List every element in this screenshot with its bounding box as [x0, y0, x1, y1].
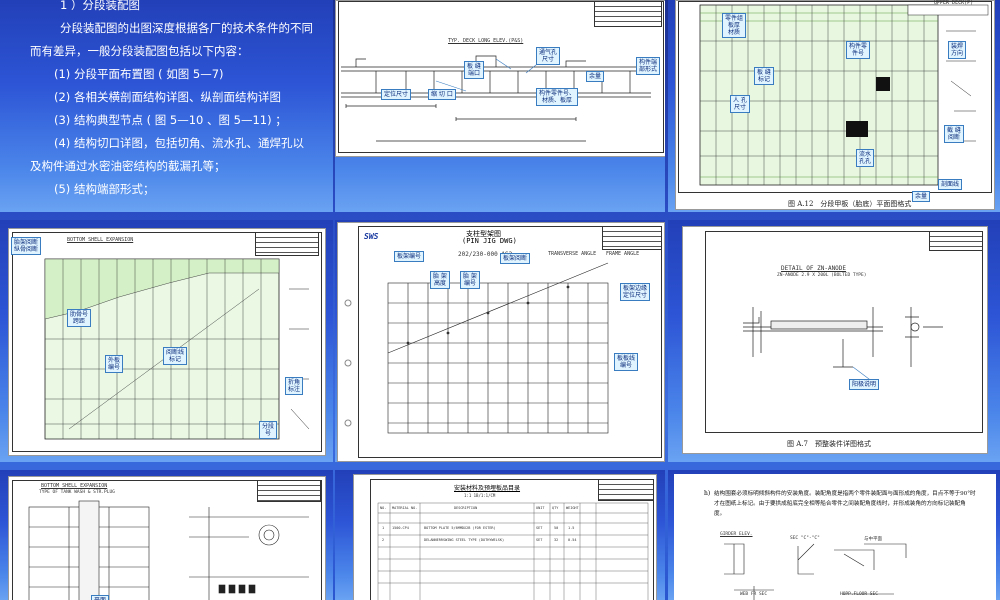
slide-thumbnail-2[interactable]: TYP. DECK LONG ELEV.(P&S) 通气孔 尺寸 板 缝 端口 …: [335, 0, 665, 212]
callout-cut-seam: 截 缝 阅断: [944, 125, 964, 143]
callout-panel-seam: 板架阅断: [500, 253, 531, 264]
slide-list-item: (4) 结构切口详图，包括切角、流水孔、通焊孔以: [54, 136, 304, 150]
callout-jig-seam: 胎架阅断 纵骨阅断: [11, 237, 42, 255]
slide-list-item: (5) 结构端部形式；: [54, 182, 155, 196]
deck-header-label: UPPER DECK(P): [934, 0, 974, 6]
table-cell: 50: [554, 526, 559, 530]
callout-spec: 构件零件号、 材质、板厚: [536, 88, 579, 106]
table-header: DESCRIPTION: [454, 506, 478, 510]
slide-thumbnail-5[interactable]: SWS 支柱型架图 (PIN JIG DWG) 202/230-000 AS2 …: [335, 220, 665, 462]
callout-frame-number: 肋骨号 跨距: [67, 309, 92, 327]
materials-table-grid: [377, 502, 649, 600]
table-cell: 1.5: [568, 526, 575, 530]
callout-panel-number: 板架编号: [394, 251, 425, 262]
callout-plan: 平面: [91, 595, 110, 600]
drawing-sheet: BOTTOM SHELL EXPANSION 胎架阅断 纵骨阅断 肋骨号 跨距 …: [8, 228, 326, 456]
table-header: QTY: [552, 506, 559, 510]
section-sketches: [724, 543, 907, 600]
callout-vent-hole: 通气孔 尺寸: [536, 47, 561, 65]
table-cell: DELANNERRSWING STEEL TYPE (DOTHYWELSK): [424, 538, 505, 542]
table-cell: SET: [536, 538, 543, 542]
table-header: MATERIAL NO.: [392, 506, 418, 510]
slide-list-item: (2) 各相关横剖面结构详图、纵剖面结构详图: [54, 90, 281, 104]
table-cell: SET: [536, 526, 543, 530]
callout-allowance: 余量: [912, 191, 931, 202]
callout-section-line: 剖面线: [938, 179, 963, 190]
document-page: h) 结构围套必须标明倾斜构件的安装角度。装配角度是指两个零件装配面与面形成的角…: [674, 474, 996, 600]
drawing-sheet: SWS 支柱型架图 (PIN JIG DWG) 202/230-000 AS2 …: [337, 222, 665, 462]
section-label: SEC "C"-"C": [790, 536, 820, 541]
callout-block-number: 分段 号: [259, 421, 278, 439]
table-cell: 0.54: [568, 538, 577, 542]
callout-shell-number: 外板 编号: [105, 355, 124, 373]
slide-thumbnail-9[interactable]: h) 结构围套必须标明倾斜构件的安装角度。装配角度是指两个零件装配面与面形成的角…: [668, 470, 1000, 600]
drawing-sheet: DETAIL OF ZN-ANODE ZN-ANODE 2.9 X 200L (…: [682, 226, 988, 454]
callout-allowance: 余量: [586, 71, 605, 82]
shell-expansion-drawing: [44, 258, 310, 440]
slide-list-item: 及构件通过水密油密结构的截漏孔等；: [30, 159, 226, 173]
table-cell: BOTTOM PLATE 5/6MMDX2B (FOR ESTER): [424, 526, 496, 530]
callout-part-number: 构件零 件号: [846, 41, 871, 59]
callout-drain-hole: 流水 孔孔: [856, 149, 875, 167]
slide-thumbnail-6[interactable]: DETAIL OF ZN-ANODE ZN-ANODE 2.9 X 200L (…: [668, 220, 1000, 462]
figure-caption: 图 A.7 预整装件详图格式: [787, 440, 871, 448]
slide-heading: 1 ）分段装配图: [60, 0, 140, 12]
table-header: WEIGHT: [566, 506, 579, 510]
elevation-drawing: [341, 55, 651, 142]
table-header: UNIT: [536, 506, 545, 510]
drawing-sheet: 安装材料及预埋板品目录 1:1 1B/1:1/CM NO. MATERIAL N…: [353, 474, 657, 600]
slide-thumbnail-1[interactable]: 1 ）分段装配图 分段装配图的出图深度根据各厂的技术条件的不同 而有差异，一般分…: [0, 0, 333, 212]
table-cell: 32: [554, 538, 559, 542]
callout-seam-line: 阅断线 标记: [163, 347, 188, 365]
callout-direction: 装焊 方向: [948, 41, 967, 59]
drawing-sheet: TYP. DECK LONG ELEV.(P&S) 通气孔 尺寸 板 缝 端口 …: [335, 0, 665, 157]
callout-row-number: 板板线 编号: [614, 353, 639, 371]
slide-thumbnail-8[interactable]: 安装材料及预埋板品目录 1:1 1B/1:1/CM NO. MATERIAL N…: [335, 470, 665, 600]
callout-panel-seam: 板 缝 端口: [464, 61, 484, 79]
drawing-sheet: UPPER DECK(P) 零件组 板厚 材质 构件零 件号 板 缝 标记 人 …: [675, 0, 995, 210]
callout-manhole: 人 孔 尺寸: [730, 95, 750, 113]
section-label: 与中平面: [864, 537, 882, 542]
slide-list-item: (3) 结构典型节点 ( 图 5—10 、图 5—11) ；: [54, 113, 287, 127]
section-label: WEB FR SEC: [740, 592, 768, 597]
drawing-sheet: BOTTOM SHELL EXPANSION TYPE OF TANK WASH…: [8, 476, 326, 600]
callout-seam-mark: 板 缝 标记: [754, 67, 774, 85]
slide-list-item: (1) 分段平面布置图 ( 如图 5—7): [54, 67, 224, 81]
callout-edge-position: 板架边缘 定位尺寸: [620, 283, 651, 301]
anode-drawing: [743, 307, 943, 383]
slide-text-block: 1 ）分段装配图 分段装配图的出图深度根据各厂的技术条件的不同 而有差异，一般分…: [30, 0, 324, 201]
callout-knuckle: 折角 标注: [285, 377, 304, 395]
slide-thumbnail-4[interactable]: BOTTOM SHELL EXPANSION 胎架阅断 纵骨阅断 肋骨号 跨距 …: [0, 220, 333, 462]
callout-locate-dim: 定位尺寸: [381, 89, 412, 100]
callout-cut: 缩 切 口: [428, 89, 456, 100]
slide-paragraph: 分段装配图的出图深度根据各厂的技术条件的不同: [60, 21, 313, 35]
callout-jig-number: 胎 架 编号: [460, 271, 480, 289]
tank-plug-drawing: [28, 500, 309, 600]
callout-anode-note: 阳极说明: [849, 379, 880, 390]
callout-jig-height: 胎 架 高度: [430, 271, 450, 289]
callout-member-end: 构件端 部形式: [636, 57, 661, 75]
table-cell: 1500-CP4: [392, 526, 409, 530]
callout-part-thickness: 零件组 板厚 材质: [722, 13, 747, 38]
slide-paragraph: 而有差异，一般分段装配图包括以下内容：: [30, 44, 249, 58]
section-label: HOPP.FLOOR SEC: [840, 592, 878, 597]
slide-thumbnail-3[interactable]: UPPER DECK(P) 零件组 板厚 材质 构件零 件号 板 缝 标记 人 …: [668, 0, 1000, 212]
figure-caption: 图 A.12 分段甲板（胎底）平面图格式: [788, 200, 912, 208]
section-label: GIRDER ELEV.: [720, 532, 753, 537]
table-cell: 2: [382, 538, 385, 542]
table-cell: 1: [382, 526, 385, 530]
table-header: NO.: [380, 506, 387, 510]
slide-thumbnail-7[interactable]: BOTTOM SHELL EXPANSION TYPE OF TANK WASH…: [0, 470, 333, 600]
